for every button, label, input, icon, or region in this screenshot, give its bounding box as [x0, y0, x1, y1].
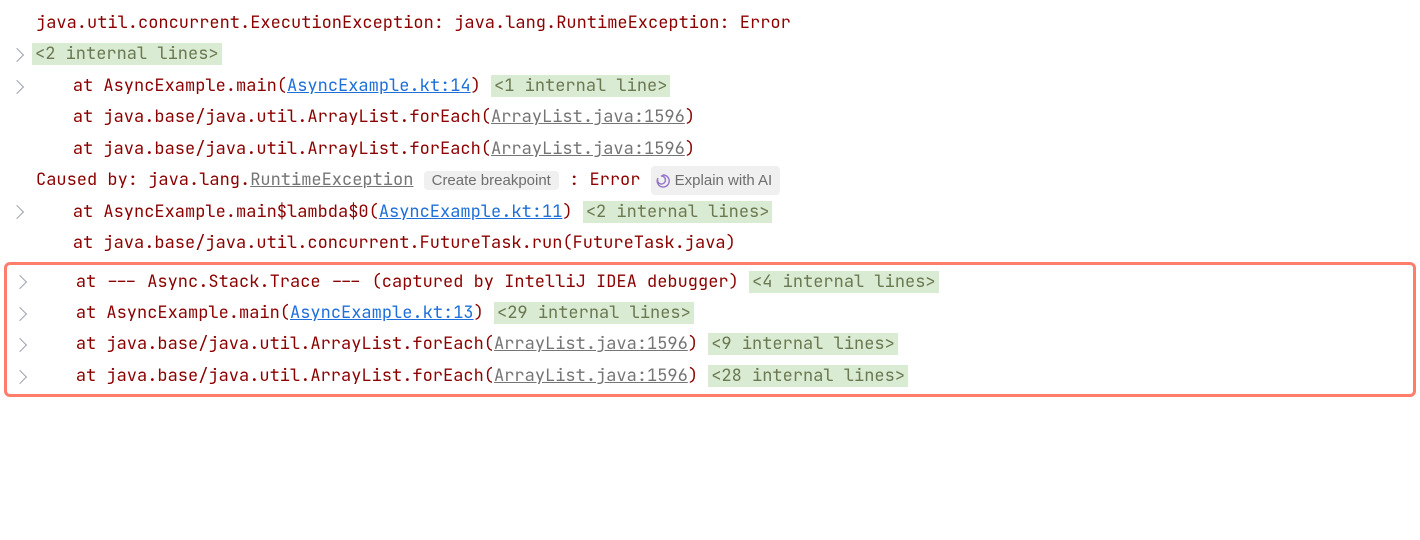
stack-frame-text: at AsyncExample.main(	[76, 302, 290, 324]
error-text: : Error	[569, 169, 640, 191]
chevron-right-icon[interactable]	[10, 80, 24, 94]
gutter[interactable]	[7, 372, 35, 382]
paren-close: )	[474, 302, 484, 324]
stack-trace-line: <2 internal lines>	[4, 39, 1416, 70]
fold-region[interactable]: <2 internal lines>	[583, 201, 773, 223]
exception-message: java.util.concurrent.ExecutionException:…	[36, 12, 791, 34]
stack-trace-line: at java.base/java.util.ArrayList.forEach…	[4, 134, 1416, 165]
chevron-right-icon[interactable]	[13, 275, 27, 289]
library-source-link[interactable]: ArrayList.java:1596	[494, 365, 688, 387]
stack-frame-text: at java.base/java.util.ArrayList.forEach…	[73, 138, 491, 160]
paren-close: )	[688, 333, 698, 355]
chevron-right-icon[interactable]	[13, 307, 27, 321]
fold-region[interactable]: <4 internal lines>	[749, 271, 939, 293]
stack-frame-text: at java.base/java.util.ArrayList.forEach…	[76, 365, 494, 387]
stack-frame-text: at java.base/java.util.ArrayList.forEach…	[73, 106, 491, 128]
exception-class-link[interactable]: RuntimeException	[250, 169, 413, 191]
chevron-right-icon[interactable]	[10, 205, 24, 219]
stack-frame-text: at AsyncExample.main(	[73, 75, 287, 97]
gutter[interactable]	[7, 309, 35, 319]
paren-close: )	[685, 106, 695, 128]
stack-trace-line: java.util.concurrent.ExecutionException:…	[4, 8, 1416, 39]
chevron-right-icon[interactable]	[10, 48, 24, 62]
stack-trace-line: at java.base/java.util.ArrayList.forEach…	[7, 361, 1413, 394]
library-source-link[interactable]: ArrayList.java:1596	[491, 138, 685, 160]
stack-trace-line: at AsyncExample.main(AsyncExample.kt:14)…	[4, 71, 1416, 102]
chevron-right-icon[interactable]	[13, 369, 27, 383]
stack-trace-line: at AsyncExample.main(AsyncExample.kt:13)…	[7, 298, 1413, 329]
stack-frame-text: at java.base/java.util.ArrayList.forEach…	[76, 333, 494, 355]
paren-close: )	[685, 138, 695, 160]
source-link[interactable]: AsyncExample.kt:11	[379, 201, 563, 223]
gutter[interactable]	[7, 340, 35, 350]
spiral-icon	[655, 173, 671, 189]
stack-frame-text: at java.base/java.util.concurrent.Future…	[73, 232, 736, 254]
stack-trace-line: at java.base/java.util.ArrayList.forEach…	[7, 329, 1413, 360]
stack-trace-line: Caused by: java.lang.RuntimeException Cr…	[4, 165, 1416, 196]
ai-button-label: Explain with AI	[675, 167, 773, 195]
gutter[interactable]	[4, 82, 32, 92]
gutter[interactable]	[7, 277, 35, 287]
fold-region[interactable]: <28 internal lines>	[708, 365, 908, 387]
gutter[interactable]	[4, 50, 32, 60]
chevron-right-icon[interactable]	[13, 338, 27, 352]
fold-region[interactable]: <9 internal lines>	[708, 333, 898, 355]
stack-frame-text: at AsyncExample.main$lambda$0(	[73, 201, 379, 223]
source-link[interactable]: AsyncExample.kt:13	[290, 302, 474, 324]
fold-region[interactable]: <1 internal line>	[491, 75, 670, 97]
explain-with-ai-button[interactable]: Explain with AI	[651, 166, 781, 196]
stack-trace-line: at --- Async.Stack.Trace --- (captured b…	[7, 265, 1413, 298]
paren-close: )	[688, 365, 698, 387]
library-source-link[interactable]: ArrayList.java:1596	[491, 106, 685, 128]
fold-region[interactable]: <29 internal lines>	[494, 302, 694, 324]
gutter[interactable]	[4, 207, 32, 217]
fold-region[interactable]: <2 internal lines>	[32, 43, 222, 65]
stack-trace-line: at java.base/java.util.ArrayList.forEach…	[4, 102, 1416, 133]
caused-by-text: Caused by: java.lang.	[36, 169, 250, 191]
library-source-link[interactable]: ArrayList.java:1596	[494, 333, 688, 355]
stack-frame-text: at --- Async.Stack.Trace --- (captured b…	[76, 271, 739, 293]
source-link[interactable]: AsyncExample.kt:14	[287, 75, 471, 97]
paren-close: )	[562, 201, 572, 223]
paren-close: )	[471, 75, 481, 97]
stack-trace-line: at java.base/java.util.concurrent.Future…	[4, 228, 1416, 259]
highlighted-region: at --- Async.Stack.Trace --- (captured b…	[4, 262, 1416, 398]
create-breakpoint-button[interactable]: Create breakpoint	[424, 171, 559, 190]
stack-trace-line: at AsyncExample.main$lambda$0(AsyncExamp…	[4, 197, 1416, 228]
